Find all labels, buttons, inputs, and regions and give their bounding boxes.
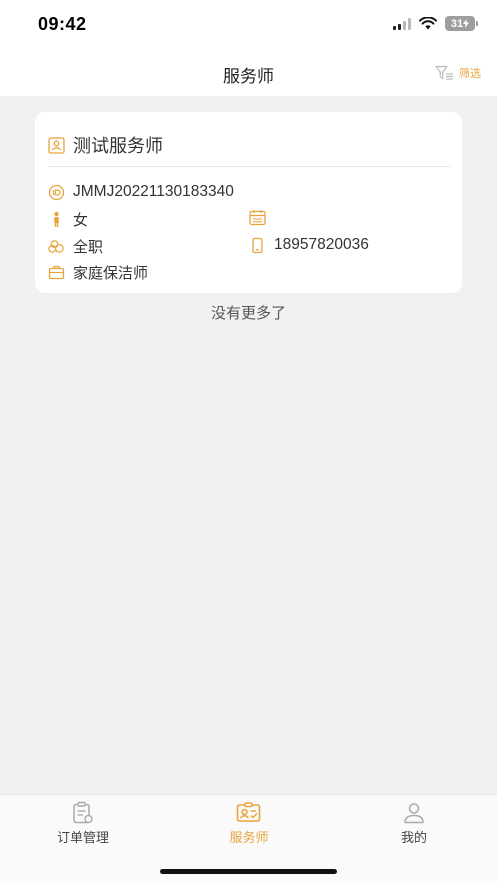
calendar-icon [249, 209, 266, 226]
profile-card-icon [48, 136, 65, 154]
home-indicator [160, 869, 337, 874]
worker-name: 测试服务师 [73, 136, 163, 157]
birthday-row [249, 209, 274, 226]
status-bar: 09:42 31 [0, 0, 497, 50]
cellular-signal-icon [393, 17, 411, 30]
page-title: 服务师 [223, 67, 274, 87]
tab-workers[interactable]: 服务师 [189, 801, 309, 846]
user-icon [404, 803, 424, 824]
order-icon [73, 801, 93, 824]
tab-order-management[interactable]: 订单管理 [23, 801, 143, 846]
tab-label: 我的 [400, 831, 427, 846]
worker-card-icon [236, 802, 261, 822]
worker-card-header: 测试服务师 [48, 132, 163, 158]
charging-bolt-icon [463, 19, 470, 28]
gender-row: 女 [48, 209, 88, 230]
phone-icon [249, 237, 266, 254]
id-icon [48, 184, 65, 201]
service-type-value: 家庭保洁师 [73, 264, 149, 282]
worker-card[interactable]: 测试服务师 JMMJ2022113018334​0 女 [35, 112, 462, 293]
cloud-icon [48, 238, 65, 255]
phone-row[interactable]: 18957820036 [249, 236, 369, 254]
gender-value: 女 [73, 211, 89, 229]
filter-button[interactable]: 筛选 [435, 65, 481, 81]
person-icon [48, 211, 65, 228]
worker-code: JMMJ2022113018334​0 [73, 183, 234, 200]
filter-icon [435, 65, 453, 80]
phone-value[interactable]: 18957820036 [274, 236, 369, 254]
briefcase-icon [48, 264, 65, 281]
tab-mine[interactable]: 我的 [354, 801, 474, 846]
filter-label: 筛选 [459, 67, 481, 80]
status-icons: 31 [393, 16, 478, 31]
service-type-row: 家庭保洁师 [48, 262, 148, 283]
card-divider [48, 166, 450, 167]
tab-label: 订单管理 [56, 831, 109, 846]
battery-level: 31 [450, 17, 464, 30]
status-time: 09:42 [38, 14, 87, 34]
nav-bar: 服务师 筛选 [0, 50, 497, 96]
employment-value: 全职 [73, 238, 104, 256]
tab-label: 服务师 [229, 831, 269, 846]
wifi-icon [419, 17, 437, 30]
battery-icon: 31 [445, 16, 478, 31]
employment-row: 全职 [48, 236, 103, 257]
list-end-text: 没有更多了 [210, 304, 286, 322]
worker-code-row: JMMJ2022113018334​0 [48, 183, 234, 201]
